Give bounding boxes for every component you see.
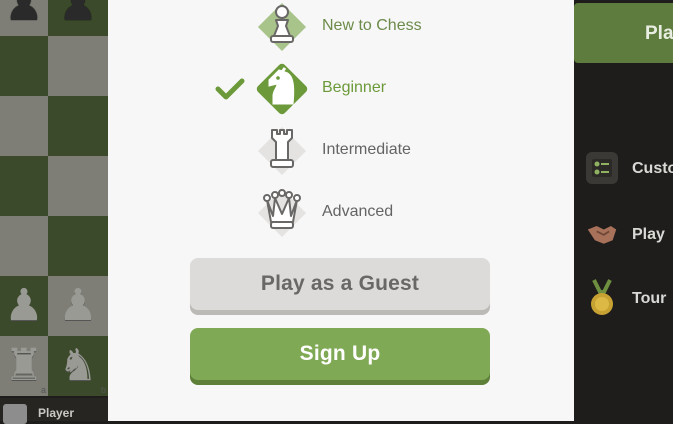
right-panel: Pla Custo Play Tour <box>574 0 673 421</box>
sidebar-item-label: Play <box>632 226 665 243</box>
board-square <box>48 156 108 216</box>
rook-icon <box>253 122 311 180</box>
sidebar-item-play-friend[interactable]: Play <box>586 218 673 254</box>
play-as-guest-button[interactable]: Play as a Guest <box>190 258 490 310</box>
board-square <box>48 36 108 96</box>
chess-piece: ♟ <box>4 0 44 31</box>
chess-piece: ♟ <box>58 0 98 31</box>
board-square: ♞ b <box>48 336 108 396</box>
board-square <box>48 216 108 276</box>
pawn-icon <box>253 0 311 56</box>
sidebar-item-label: Custo <box>632 160 673 177</box>
medal-icon <box>586 279 618 315</box>
play-button-label: Pla <box>645 23 673 44</box>
play-button[interactable]: Pla <box>574 3 673 63</box>
checkmark-icon <box>215 78 245 100</box>
level-option-new-to-chess[interactable]: New to Chess <box>108 0 574 56</box>
board-square: ♟ <box>48 276 108 336</box>
queen-icon <box>253 184 311 242</box>
sidebar-item-label: Tour <box>632 290 667 307</box>
board-square <box>0 216 48 276</box>
player-bar: Player <box>0 398 108 424</box>
level-label: Advanced <box>322 203 394 220</box>
board-square: ♟ <box>0 0 48 36</box>
board-coordinate: a <box>40 385 46 395</box>
chess-piece: ♜ <box>4 340 44 391</box>
chess-piece: ♞ <box>58 340 98 391</box>
board-square: ♜ a <box>0 336 48 396</box>
chess-board: ♟ ♟ ♟ ♟ ♜ a ♞ b <box>0 0 108 398</box>
sign-up-button[interactable]: Sign Up <box>190 328 490 380</box>
handshake-icon <box>586 218 618 250</box>
level-label: Intermediate <box>322 141 411 158</box>
sidebar-item-tournaments[interactable]: Tour <box>586 279 673 318</box>
board-square: ♟ <box>48 0 108 36</box>
player-avatar <box>3 404 27 424</box>
level-label: Beginner <box>322 79 387 96</box>
level-label: New to Chess <box>322 17 422 34</box>
chess-piece: ♟ <box>4 280 44 331</box>
board-coordinate: b <box>100 385 106 395</box>
custom-game-icon <box>586 152 618 184</box>
board-square: ♟ <box>0 276 48 336</box>
knight-icon <box>253 60 311 118</box>
board-square <box>48 96 108 156</box>
player-name: Player <box>38 406 75 420</box>
board-square <box>0 96 48 156</box>
board-square <box>0 36 48 96</box>
level-option-advanced[interactable]: Advanced <box>108 184 574 242</box>
chess-piece: ♟ <box>58 280 98 331</box>
board-square <box>0 156 48 216</box>
level-option-intermediate[interactable]: Intermediate <box>108 122 574 180</box>
level-option-beginner[interactable]: Beginner <box>108 60 574 118</box>
skill-level-modal: New to Chess Beginner Intermediate Advan… <box>108 0 574 421</box>
sidebar-item-custom[interactable]: Custo <box>586 152 673 188</box>
